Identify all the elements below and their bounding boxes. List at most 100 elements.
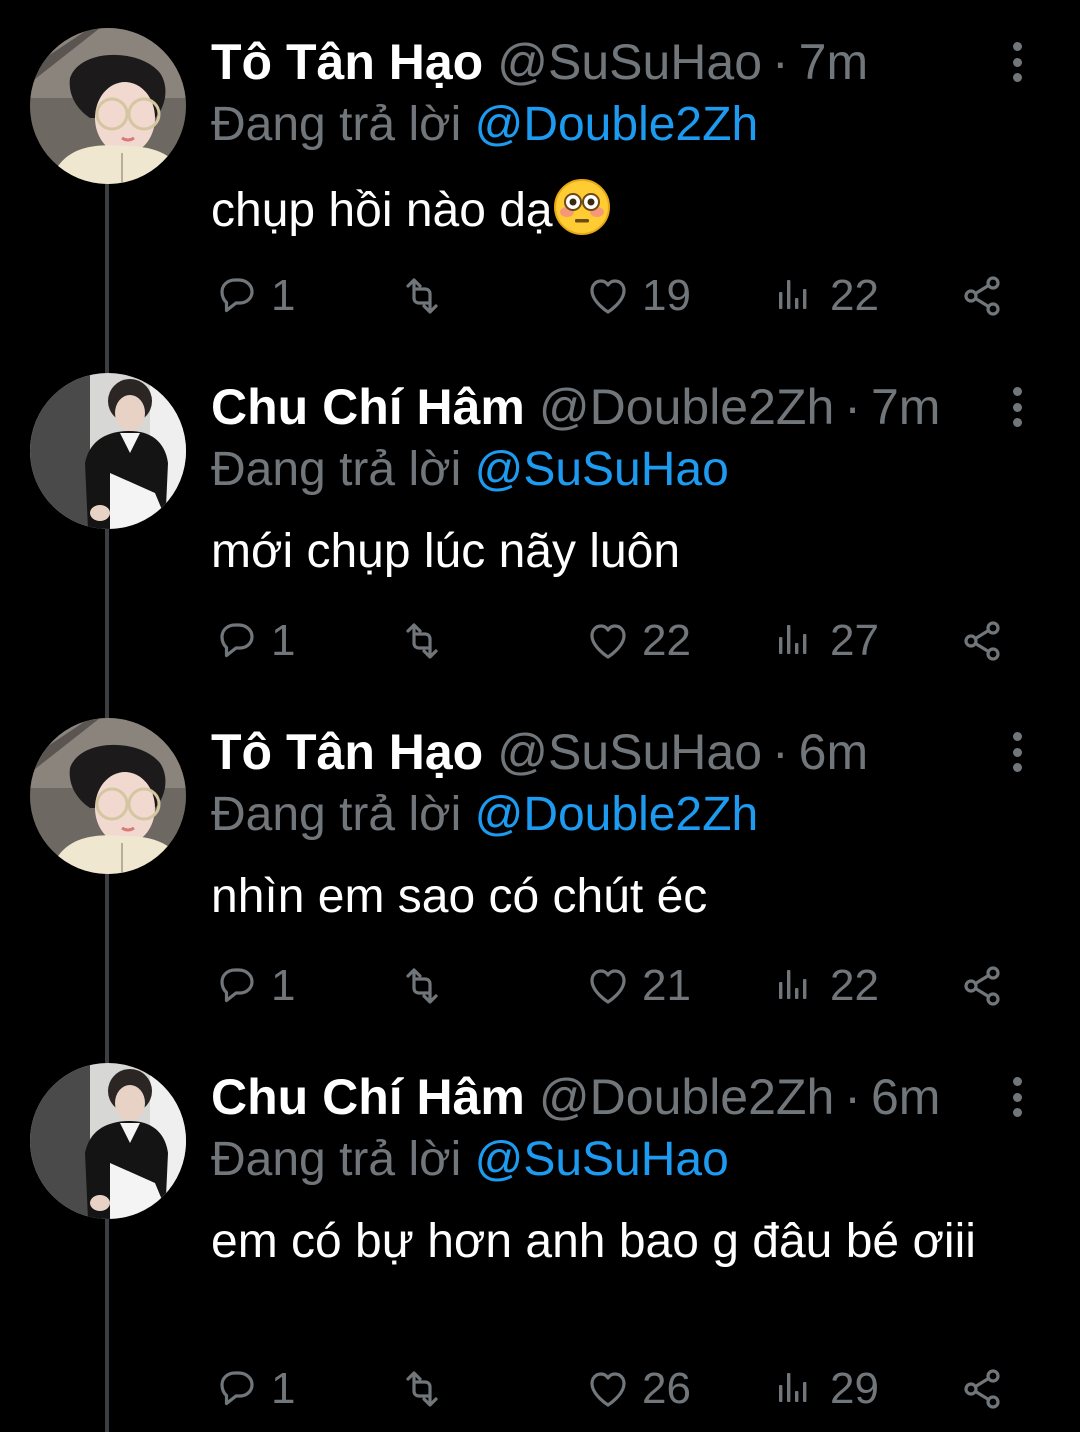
timestamp[interactable]: 7m <box>871 379 940 435</box>
tweet-actions: 1 22 27 <box>0 611 1080 671</box>
retweet-icon <box>406 278 438 314</box>
user-handle[interactable]: @Double2Zh <box>539 1069 834 1125</box>
timestamp[interactable]: 6m <box>799 724 868 780</box>
tweet-header: Chu Chí Hâm @Double2Zh · 6m <box>211 1069 970 1125</box>
more-dot <box>1012 763 1022 772</box>
reply-count: 1 <box>271 271 296 320</box>
tweet[interactable]: Chu Chí Hâm @Double2Zh · 7m Đang trả lời… <box>0 345 1080 690</box>
more-vertical-icon <box>1012 1077 1022 1086</box>
replying-to-mention[interactable]: @Double2Zh <box>475 788 759 841</box>
view-count: 22 <box>830 271 879 320</box>
more-options-button[interactable] <box>1000 385 1034 429</box>
retweet-button[interactable] <box>398 1359 456 1419</box>
reply-icon <box>220 968 254 1003</box>
share-icon <box>964 276 1000 316</box>
like-count: 21 <box>642 961 691 1010</box>
views-button[interactable]: 27 <box>772 611 879 671</box>
tweet-actions: 1 26 29 <box>0 1359 1080 1419</box>
reply-count: 1 <box>271 616 296 665</box>
reply-count: 1 <box>271 961 296 1010</box>
tweet[interactable]: Tô Tân Hạo @SuSuHao · 6m Đang trả lời @D… <box>0 690 1080 1035</box>
more-vertical-icon <box>1012 42 1022 51</box>
replying-to-mention[interactable]: @SuSuHao <box>475 1133 729 1186</box>
replying-to: Đang trả lời @Double2Zh <box>211 98 758 152</box>
avatar[interactable] <box>30 28 186 184</box>
more-dot <box>1012 1108 1022 1117</box>
display-name[interactable]: Chu Chí Hâm <box>211 1069 525 1125</box>
user-handle[interactable]: @SuSuHao <box>497 724 762 780</box>
display-name[interactable]: Tô Tân Hạo <box>211 724 483 780</box>
replying-to-label: Đang trả lời <box>211 98 462 151</box>
reply-icon <box>220 278 254 313</box>
user-handle[interactable]: @SuSuHao <box>497 34 762 90</box>
reply-count: 1 <box>271 1364 296 1413</box>
avatar[interactable] <box>30 718 186 874</box>
retweet-button[interactable] <box>398 956 456 1016</box>
share-button[interactable] <box>958 956 1006 1016</box>
retweet-button[interactable] <box>398 611 456 671</box>
more-options-button[interactable] <box>1000 730 1034 774</box>
reply-button[interactable]: 1 <box>213 266 295 326</box>
display-name[interactable]: Chu Chí Hâm <box>211 379 525 435</box>
timestamp[interactable]: 7m <box>799 34 868 90</box>
retweet-icon <box>406 968 438 1004</box>
reply-button[interactable]: 1 <box>213 611 295 671</box>
more-dot <box>1012 73 1022 82</box>
replying-to-label: Đang trả lời <box>211 788 462 841</box>
tweet-actions: 1 21 22 <box>0 956 1080 1016</box>
view-count: 27 <box>830 616 879 665</box>
reply-button[interactable]: 1 <box>213 1359 295 1419</box>
views-button[interactable]: 22 <box>772 956 879 1016</box>
like-button[interactable]: 26 <box>584 1359 691 1419</box>
reply-button[interactable]: 1 <box>213 956 295 1016</box>
view-count: 29 <box>830 1364 879 1413</box>
avatar[interactable] <box>30 1063 186 1219</box>
user-handle[interactable]: @Double2Zh <box>539 379 834 435</box>
more-dot <box>1012 57 1022 67</box>
retweet-button[interactable] <box>398 266 456 326</box>
views-icon <box>779 280 807 309</box>
display-name[interactable]: Tô Tân Hạo <box>211 34 483 90</box>
replying-to: Đang trả lời @Double2Zh <box>211 788 758 842</box>
views-icon <box>779 1373 807 1402</box>
tweet[interactable]: Tô Tân Hạo @SuSuHao · 7m Đang trả lời @D… <box>0 0 1080 345</box>
share-button[interactable] <box>958 611 1006 671</box>
like-count: 19 <box>642 271 691 320</box>
tweet-actions: 1 19 22 <box>0 266 1080 326</box>
more-vertical-icon <box>1012 732 1022 741</box>
tweet[interactable]: Chu Chí Hâm @Double2Zh · 6m Đang trả lời… <box>0 1035 1080 1432</box>
like-button[interactable]: 19 <box>584 266 691 326</box>
share-button[interactable] <box>958 266 1006 326</box>
replying-to: Đang trả lời @SuSuHao <box>211 1133 729 1187</box>
heart-icon <box>590 279 626 314</box>
share-button[interactable] <box>958 1359 1006 1419</box>
more-options-button[interactable] <box>1000 40 1034 84</box>
tweet-header: Tô Tân Hạo @SuSuHao · 6m <box>211 724 970 780</box>
replying-to-label: Đang trả lời <box>211 1133 462 1186</box>
views-button[interactable]: 22 <box>772 266 879 326</box>
replying-to: Đang trả lời @SuSuHao <box>211 443 729 497</box>
view-count: 22 <box>830 961 879 1010</box>
separator-dot: · <box>772 34 789 90</box>
more-dot <box>1012 418 1022 427</box>
reply-icon <box>220 623 254 658</box>
replying-to-mention[interactable]: @Double2Zh <box>475 98 759 151</box>
share-icon <box>964 621 1000 661</box>
views-button[interactable]: 29 <box>772 1359 879 1419</box>
separator-dot: · <box>772 724 789 780</box>
views-icon <box>779 970 807 999</box>
like-button[interactable]: 21 <box>584 956 691 1016</box>
separator-dot: · <box>844 379 861 435</box>
retweet-icon <box>406 623 438 659</box>
timestamp[interactable]: 6m <box>871 1069 940 1125</box>
more-dot <box>1012 747 1022 757</box>
tweet-text-content: chụp hồi nào dạ <box>211 184 553 237</box>
tweet-text-content: em có bự hơn anh bao g đâu bé ơiii <box>211 1215 976 1268</box>
avatar[interactable] <box>30 373 186 529</box>
heart-icon <box>590 1372 626 1407</box>
tweet-header: Tô Tân Hạo @SuSuHao · 7m <box>211 34 970 90</box>
retweet-icon <box>406 1371 438 1407</box>
like-button[interactable]: 22 <box>584 611 691 671</box>
replying-to-mention[interactable]: @SuSuHao <box>475 443 729 496</box>
more-options-button[interactable] <box>1000 1075 1034 1119</box>
